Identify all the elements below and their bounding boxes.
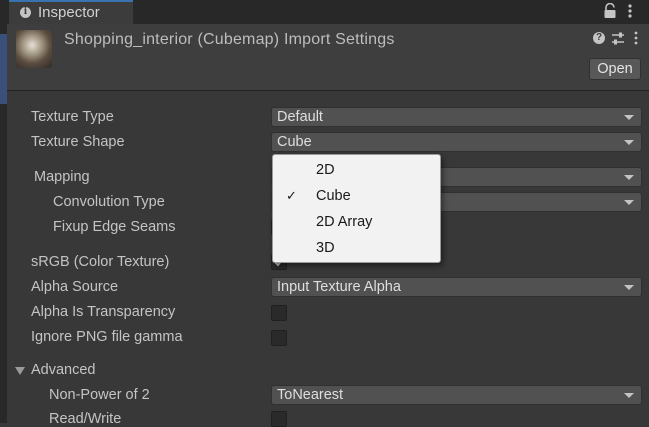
alpha-source-label: Alpha Source bbox=[31, 279, 119, 295]
advanced-foldout-label[interactable]: Advanced bbox=[31, 362, 96, 378]
chevron-down-icon bbox=[624, 200, 634, 205]
texture-shape-popup-menu: 2D ✓ Cube 2D Array 3D bbox=[272, 154, 441, 263]
chevron-down-icon bbox=[624, 285, 634, 290]
ignore-png-gamma-checkbox[interactable] bbox=[271, 330, 287, 346]
scene-view-edge bbox=[0, 34, 7, 104]
popup-option-label: Cube bbox=[316, 188, 351, 204]
popup-option-3d[interactable]: 3D bbox=[273, 236, 440, 262]
tab-label: Inspector bbox=[38, 4, 100, 21]
fixup-edge-seams-label: Fixup Edge Seams bbox=[53, 219, 176, 235]
checkmark-icon: ✓ bbox=[286, 188, 297, 203]
popup-option-label: 3D bbox=[316, 240, 335, 256]
ignore-png-gamma-label: Ignore PNG file gamma bbox=[31, 329, 183, 345]
cubemap-thumbnail bbox=[16, 30, 52, 68]
non-power-of-2-label: Non-Power of 2 bbox=[49, 387, 150, 403]
popup-option-2d[interactable]: 2D bbox=[273, 158, 440, 184]
popup-option-cube[interactable]: ✓ Cube bbox=[273, 184, 440, 210]
read-write-label: Read/Write bbox=[49, 411, 122, 427]
popup-option-2d-array[interactable]: 2D Array bbox=[273, 210, 440, 236]
tab-bar: i Inspector bbox=[7, 0, 649, 24]
foldout-arrow-icon[interactable] bbox=[15, 367, 25, 375]
alpha-is-transparency-checkbox[interactable] bbox=[271, 305, 287, 321]
alpha-source-dropdown[interactable]: Input Texture Alpha bbox=[271, 277, 642, 297]
mapping-label: Mapping bbox=[34, 169, 90, 185]
texture-type-dropdown[interactable]: Default bbox=[271, 107, 642, 127]
texture-shape-value: Cube bbox=[277, 134, 312, 150]
non-power-of-2-dropdown[interactable]: ToNearest bbox=[271, 385, 642, 405]
open-button[interactable]: Open bbox=[589, 58, 641, 80]
texture-shape-dropdown[interactable]: Cube bbox=[271, 132, 642, 152]
non-power-of-2-value: ToNearest bbox=[277, 387, 344, 403]
chevron-down-icon bbox=[624, 140, 634, 145]
texture-type-label: Texture Type bbox=[31, 109, 114, 125]
chevron-down-icon bbox=[624, 115, 634, 120]
info-icon: i bbox=[20, 7, 31, 18]
popup-option-label: 2D Array bbox=[316, 214, 373, 230]
help-icon[interactable]: ? bbox=[593, 32, 605, 44]
convolution-type-label: Convolution Type bbox=[53, 194, 165, 210]
more-options-icon[interactable] bbox=[626, 3, 634, 19]
texture-type-value: Default bbox=[277, 109, 323, 125]
alpha-source-value: Input Texture Alpha bbox=[277, 279, 401, 295]
presets-icon[interactable] bbox=[611, 32, 625, 45]
lock-icon[interactable] bbox=[603, 3, 617, 19]
tab-inspector[interactable]: i Inspector bbox=[9, 0, 133, 24]
import-settings-title: Shopping_interior (Cubemap) Import Setti… bbox=[64, 31, 395, 48]
inspector-header: Shopping_interior (Cubemap) Import Setti… bbox=[7, 24, 649, 91]
context-menu-icon[interactable] bbox=[633, 31, 639, 45]
alpha-is-transparency-label: Alpha Is Transparency bbox=[31, 304, 176, 320]
chevron-down-icon bbox=[624, 175, 634, 180]
popup-option-label: 2D bbox=[316, 162, 335, 178]
read-write-checkbox[interactable] bbox=[271, 411, 287, 427]
left-edge-panel bbox=[0, 0, 7, 423]
texture-shape-label: Texture Shape bbox=[31, 134, 125, 150]
chevron-down-icon bbox=[624, 393, 634, 398]
srgb-label: sRGB (Color Texture) bbox=[31, 254, 170, 270]
